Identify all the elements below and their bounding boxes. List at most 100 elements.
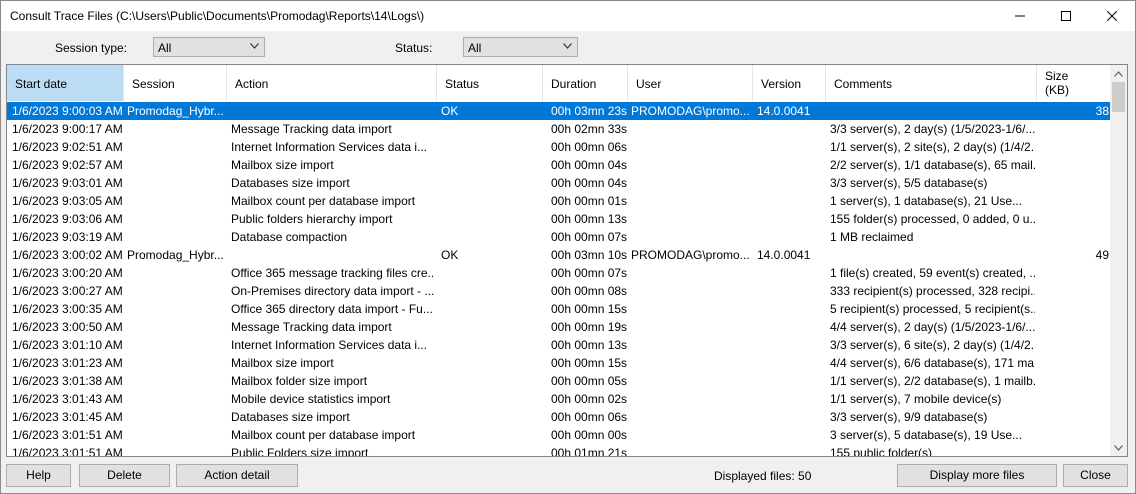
- cell-comments: 4/4 server(s), 6/6 database(s), 171 ma..…: [830, 356, 1035, 370]
- cell-duration: 00h 00mn 05s: [551, 374, 627, 388]
- title-bar: Consult Trace Files (C:\Users\Public\Doc…: [1, 1, 1135, 31]
- column-header-duration[interactable]: Duration: [543, 65, 628, 101]
- vertical-scrollbar[interactable]: [1110, 65, 1127, 456]
- table-row[interactable]: 1/6/2023 3:01:51 AM Public Folders size i…: [7, 444, 1111, 457]
- close-button[interactable]: Close: [1063, 464, 1128, 487]
- close-window-button[interactable]: [1089, 1, 1135, 31]
- minimize-button[interactable]: [997, 1, 1043, 31]
- cell-comments: 3 server(s), 5 database(s), 19 Use...: [830, 428, 1023, 442]
- session-type-select[interactable]: All: [153, 37, 265, 57]
- cell-version: 14.0.0041: [757, 104, 811, 118]
- status-select[interactable]: All: [463, 37, 578, 57]
- cell-comments: 155 public folder(s): [830, 446, 933, 457]
- cell-duration: 00h 00mn 13s: [551, 338, 627, 352]
- scroll-down-button[interactable]: [1110, 439, 1127, 456]
- table-row[interactable]: 1/6/2023 9:02:57 AM Mailbox size import 00…: [7, 156, 1111, 174]
- cell-user: PROMODAG\promo...: [631, 248, 750, 262]
- cell-action: Message Tracking data import: [231, 320, 392, 334]
- cell-start: 1/6/2023 9:00:17 AM: [12, 122, 123, 136]
- table-row[interactable]: 1/6/2023 3:01:45 AM Databases size import…: [7, 408, 1111, 426]
- delete-button[interactable]: Delete: [79, 464, 170, 487]
- cell-action: Public folders hierarchy import: [231, 212, 393, 226]
- cell-comments: 3/3 server(s), 6 site(s), 2 day(s) (1/4/…: [830, 338, 1035, 352]
- session-type-value: All: [158, 41, 172, 55]
- table-row[interactable]: 1/6/2023 3:00:50 AM Message Tracking data…: [7, 318, 1111, 336]
- cell-duration: 00h 00mn 19s: [551, 320, 627, 334]
- cell-comments: 3/3 server(s), 9/9 database(s): [830, 410, 988, 424]
- session-type-label: Session type:: [55, 41, 128, 55]
- cell-duration: 00h 00mn 04s: [551, 176, 627, 190]
- table-row[interactable]: 1/6/2023 3:00:02 AM Promodag_Hybr... OK 00h…: [7, 246, 1111, 264]
- table-header: Start date Session Action Status Duratio…: [7, 65, 1111, 101]
- cell-comments: 155 folder(s) processed, 0 added, 0 u...: [830, 212, 1035, 226]
- cell-comments: 3/3 server(s), 2 day(s) (1/5/2023-1/6/..…: [830, 122, 1035, 136]
- scroll-up-button[interactable]: [1110, 65, 1127, 82]
- cell-duration: 00h 00mn 06s: [551, 410, 627, 424]
- cell-duration: 00h 02mn 33s: [551, 122, 627, 136]
- table-row[interactable]: 1/6/2023 3:00:27 AM On-Premises directory…: [7, 282, 1111, 300]
- table-row[interactable]: 1/6/2023 9:03:05 AM Mailbox count per dat…: [7, 192, 1111, 210]
- cell-action: Mailbox size import: [231, 158, 334, 172]
- column-header-size[interactable]: Size (KB): [1037, 65, 1111, 101]
- cell-session: Promodag_Hybr...: [127, 248, 224, 262]
- cell-duration: 00h 00mn 13s: [551, 212, 627, 226]
- cell-duration: 00h 00mn 04s: [551, 158, 627, 172]
- cell-action: Mailbox count per database import: [231, 428, 416, 442]
- table-row[interactable]: 1/6/2023 9:03:01 AM Databases size import…: [7, 174, 1111, 192]
- table-row[interactable]: 1/6/2023 3:01:43 AM Mobile device statist…: [7, 390, 1111, 408]
- cell-duration: 00h 03mn 10s: [551, 248, 627, 262]
- chevron-up-icon: [1114, 70, 1123, 77]
- table-row[interactable]: 1/6/2023 9:00:03 AM Promodag_Hybr... OK 00h…: [7, 102, 1111, 120]
- cell-duration: 00h 00mn 07s: [551, 230, 627, 244]
- cell-action: Database compaction: [231, 230, 348, 244]
- action-detail-button[interactable]: Action detail: [176, 464, 298, 487]
- table-row[interactable]: 1/6/2023 9:02:51 AM Internet Information …: [7, 138, 1111, 156]
- cell-action: Mailbox count per database import: [231, 194, 416, 208]
- column-header-start-date[interactable]: Start date: [7, 65, 124, 101]
- cell-start: 1/6/2023 3:01:10 AM: [12, 338, 123, 352]
- table-row[interactable]: 1/6/2023 3:00:20 AM Office 365 message tr…: [7, 264, 1111, 282]
- cell-duration: 00h 00mn 06s: [551, 140, 627, 154]
- table-row[interactable]: 1/6/2023 9:03:06 AM Public folders hierar…: [7, 210, 1111, 228]
- table-row[interactable]: 1/6/2023 3:00:35 AM Office 365 directory …: [7, 300, 1111, 318]
- cell-start: 1/6/2023 3:00:02 AM: [12, 248, 123, 262]
- display-more-files-button[interactable]: Display more files: [897, 464, 1057, 487]
- cell-start: 1/6/2023 3:01:43 AM: [12, 392, 123, 406]
- table-row[interactable]: 1/6/2023 3:01:38 AM Mailbox folder size i…: [7, 372, 1111, 390]
- cell-start: 1/6/2023 9:00:03 AM: [12, 104, 123, 118]
- table-row[interactable]: 1/6/2023 9:00:17 AM Message Tracking data…: [7, 120, 1111, 138]
- cell-start: 1/6/2023 9:03:05 AM: [12, 194, 123, 208]
- table-row[interactable]: 1/6/2023 3:01:10 AM Internet Information …: [7, 336, 1111, 354]
- cell-duration: 00h 03mn 23s: [551, 104, 627, 118]
- column-header-status[interactable]: Status: [437, 65, 543, 101]
- cell-user: PROMODAG\promo...: [631, 104, 750, 118]
- cell-action: Mailbox folder size import: [231, 374, 368, 388]
- cell-start: 1/6/2023 3:01:23 AM: [12, 356, 123, 370]
- table-row[interactable]: 1/6/2023 9:03:19 AM Database compaction 00…: [7, 228, 1111, 246]
- cell-action: Message Tracking data import: [231, 122, 392, 136]
- cell-comments: 1 MB reclaimed: [830, 230, 914, 244]
- table-row[interactable]: 1/6/2023 3:01:23 AM Mailbox size import 00…: [7, 354, 1111, 372]
- cell-action: Mobile device statistics import: [231, 392, 391, 406]
- scrollbar-thumb[interactable]: [1112, 82, 1125, 112]
- cell-comments: 333 recipient(s) processed, 328 recipi..…: [830, 284, 1035, 298]
- maximize-button[interactable]: [1043, 1, 1089, 31]
- table-row[interactable]: 1/6/2023 3:01:51 AM Mailbox count per dat…: [7, 426, 1111, 444]
- chevron-down-icon: [1114, 444, 1123, 451]
- cell-start: 1/6/2023 3:00:50 AM: [12, 320, 123, 334]
- cell-start: 1/6/2023 3:00:27 AM: [12, 284, 123, 298]
- window-title: Consult Trace Files (C:\Users\Public\Doc…: [10, 9, 425, 23]
- cell-comments: 5 recipient(s) processed, 5 recipient(s.…: [830, 302, 1035, 316]
- cell-action: Office 365 directory data import - Fu...: [231, 302, 433, 316]
- column-header-session[interactable]: Session: [124, 65, 227, 101]
- cell-comments: 1/1 server(s), 2 site(s), 2 day(s) (1/4/…: [830, 140, 1035, 154]
- column-header-version[interactable]: Version: [753, 65, 826, 101]
- column-header-action[interactable]: Action: [227, 65, 437, 101]
- column-header-comments[interactable]: Comments: [826, 65, 1037, 101]
- cell-action: Internet Information Services data i...: [231, 140, 428, 154]
- help-button[interactable]: Help: [6, 464, 71, 487]
- column-header-user[interactable]: User: [628, 65, 753, 101]
- chevron-down-icon: [563, 43, 572, 49]
- minimize-icon: [1015, 15, 1025, 17]
- cell-action: Internet Information Services data i...: [231, 338, 428, 352]
